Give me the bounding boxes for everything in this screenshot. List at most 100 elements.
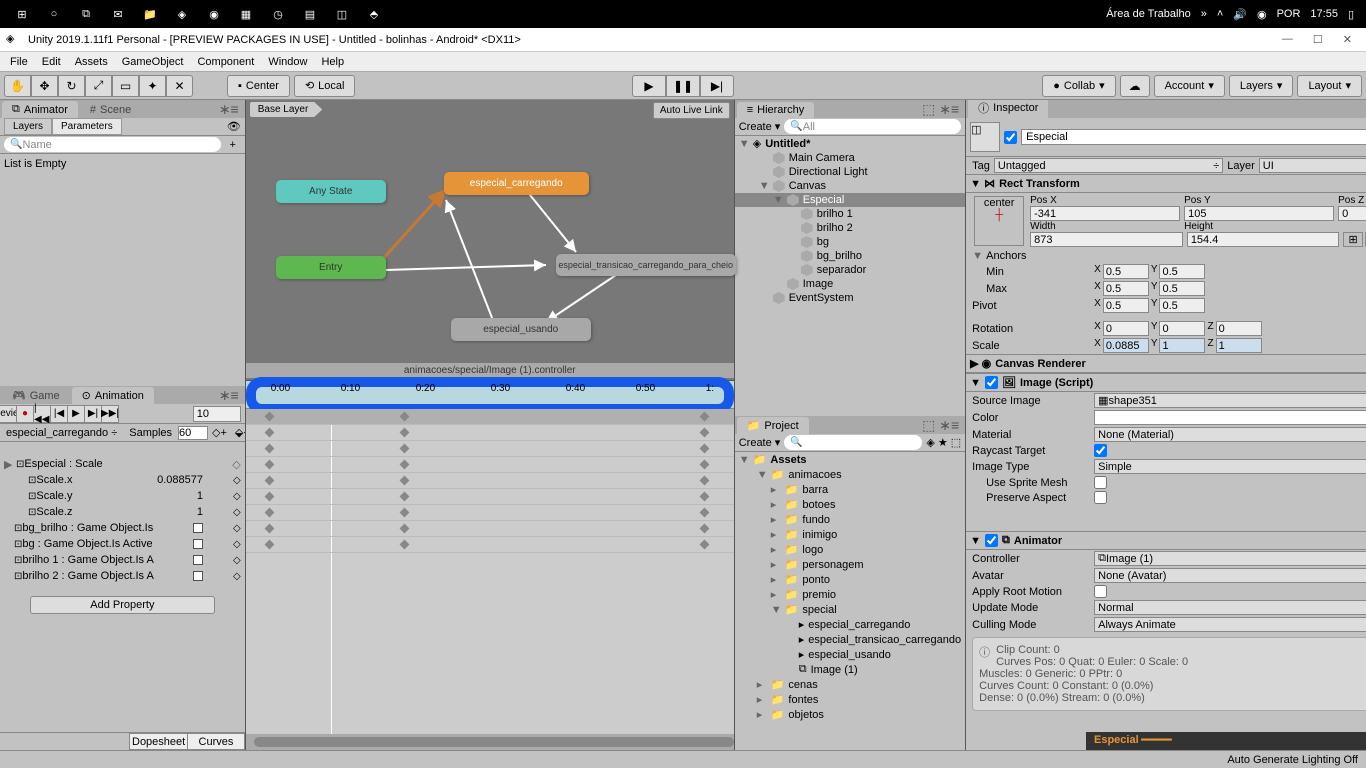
play-button[interactable]: ▶ [632,75,666,97]
pivot-x[interactable] [1103,298,1149,313]
lang-indicator[interactable]: POR [1277,8,1301,20]
record-button[interactable]: ● [16,405,34,423]
timeline-ruler[interactable]: 0:00 0:10 0:20 0:30 0:40 0:50 1: [246,381,734,409]
timeline[interactable]: 0:00 0:10 0:20 0:30 0:40 0:50 1: [246,380,734,750]
rotate-tool[interactable]: ↻ [58,75,85,97]
step-button[interactable]: ▶| [700,75,734,97]
node-carregando[interactable]: especial_carregando [444,172,589,195]
dopesheet-tab[interactable]: Dopesheet [129,733,188,750]
clip-dropdown[interactable]: especial_carregando ÷ [0,427,123,439]
pivot-y[interactable] [1159,298,1205,313]
rot-x[interactable] [1103,321,1149,336]
hier-item[interactable]: EventSystem [735,291,965,305]
active-checkbox[interactable] [1004,131,1017,144]
hier-create[interactable]: Create ▾ [739,120,781,133]
pause-button[interactable]: ❚❚ [666,75,700,97]
curves-tab[interactable]: Curves [187,733,245,750]
raycast-checkbox[interactable] [1094,444,1107,457]
proj-create[interactable]: Create ▾ [739,436,781,449]
hier-item[interactable]: bg [735,235,965,249]
width-input[interactable] [1030,232,1183,247]
image-type-dropdown[interactable]: Simple÷ [1094,459,1366,474]
proj-folder[interactable]: ▸📁 personagem [735,557,965,572]
rot-z[interactable] [1216,321,1262,336]
filter-icon[interactable]: ◈ ★ ⬚ [926,436,961,449]
menu-edit[interactable]: Edit [42,56,61,68]
hier-item-selected[interactable]: ▼Especial [735,193,965,207]
prop-bg-brilho[interactable]: ⊡ bg_brilho : Game Object.Is◇ [0,520,245,536]
param-search[interactable]: 🔍Name [4,137,221,152]
first-frame-button[interactable]: |◀◀ [33,405,51,423]
tab-project[interactable]: 📁 Project [737,417,809,434]
max-y[interactable] [1159,281,1205,296]
tab-animation[interactable]: ⊙ Animation [72,387,154,404]
scene-row[interactable]: ▼◈ Untitled* [735,136,965,151]
proj-folder[interactable]: ▸📁 fundo [735,512,965,527]
min-y[interactable] [1159,264,1205,279]
taskview-icon[interactable]: ⧉ [76,4,96,24]
prop-brilho1[interactable]: ⊡ brilho 1 : Game Object.Is A◇ [0,552,245,568]
prop-scale-z[interactable]: ⊡ Scale.z1◇ [0,504,245,520]
menu-window[interactable]: Window [268,56,307,68]
proj-item[interactable]: ▸ especial_usando [735,647,965,662]
app3-icon[interactable]: ◫ [332,4,352,24]
proj-search[interactable]: 🔍 [784,435,922,450]
custom-tool[interactable]: ✕ [166,75,193,97]
desktop-label[interactable]: Área de Trabalho [1106,8,1190,20]
tab-animator[interactable]: ⧉ Animator [2,101,78,118]
node-usando[interactable]: especial_usando [451,318,591,341]
menu-help[interactable]: Help [321,56,344,68]
preserve-aspect-checkbox[interactable] [1094,491,1107,504]
rect-tool[interactable]: ▭ [112,75,139,97]
proj-folder[interactable]: ▸📁 objetos [735,707,965,722]
source-image[interactable]: ▦ shape351⊙ [1094,393,1366,408]
move-tool[interactable]: ✥ [31,75,58,97]
samples-input[interactable] [178,426,208,440]
proj-folder[interactable]: ▸📁 premio [735,587,965,602]
next-frame-button[interactable]: ▶| [84,405,102,423]
color-field[interactable] [1094,410,1366,425]
transform-tool[interactable]: ✦ [139,75,166,97]
unity-icon[interactable]: ◈ [172,4,192,24]
proj-folder[interactable]: ▸📁 logo [735,542,965,557]
blueprint-button[interactable]: ⊞ [1343,232,1362,247]
hier-item[interactable]: brilho 2 [735,221,965,235]
prev-frame-button[interactable]: |◀ [50,405,68,423]
tag-dropdown[interactable]: Untagged÷ [994,158,1223,173]
anchor-preset[interactable]: center┼ [974,196,1024,246]
hier-item[interactable]: Directional Light [735,165,965,179]
hier-search[interactable]: 🔍All [784,119,961,134]
h-scrollbar[interactable] [254,737,734,747]
root-motion-checkbox[interactable] [1094,585,1107,598]
node-any-state[interactable]: Any State [276,180,386,203]
layout-dropdown[interactable]: Layout ▾ [1297,75,1362,97]
scale-z[interactable] [1216,338,1262,353]
posy-input[interactable] [1184,206,1334,221]
controller-field[interactable]: ⧉ Image (1)⊙ [1094,551,1366,566]
tab-menu-icon[interactable]: ∗≡ [213,101,245,118]
minimize-button[interactable]: — [1282,33,1293,46]
app4-icon[interactable]: ⬘ [364,4,384,24]
node-transicao[interactable]: especial_transicao_carregando_para_cheio [556,254,736,276]
cortana-icon[interactable]: ○ [44,4,64,24]
layer-dropdown[interactable]: UI÷ [1259,158,1366,173]
proj-folder[interactable]: ▼📁 animacoes [735,467,965,482]
tab-hierarchy[interactable]: ≡ Hierarchy [737,102,815,118]
posx-input[interactable] [1030,206,1180,221]
layers-dropdown[interactable]: Layers ▾ [1229,75,1294,97]
prop-scale-x[interactable]: ⊡ Scale.x0.088577◇ [0,472,245,488]
add-param-button[interactable]: + [225,139,241,151]
hier-item[interactable]: brilho 1 [735,207,965,221]
tab-game[interactable]: 🎮 Game [2,387,70,404]
wifi-icon[interactable]: ◉ [1257,8,1267,21]
start-icon[interactable]: ⊞ [12,4,32,24]
avatar-field[interactable]: None (Avatar)⊙ [1094,568,1366,583]
tab-menu-icon-4[interactable]: ⬚ ∗≡ [916,417,965,434]
menu-assets[interactable]: Assets [75,56,108,68]
collab-dropdown[interactable]: ● Collab ▾ [1042,75,1115,97]
pivot-local[interactable]: ⟲ Local [294,75,356,97]
cloud-button[interactable]: ☁ [1120,75,1150,97]
add-keyframe-button[interactable]: ◇+ [208,426,231,439]
tray-up-icon[interactable]: ˄ [1217,8,1223,20]
node-entry[interactable]: Entry [276,256,386,279]
